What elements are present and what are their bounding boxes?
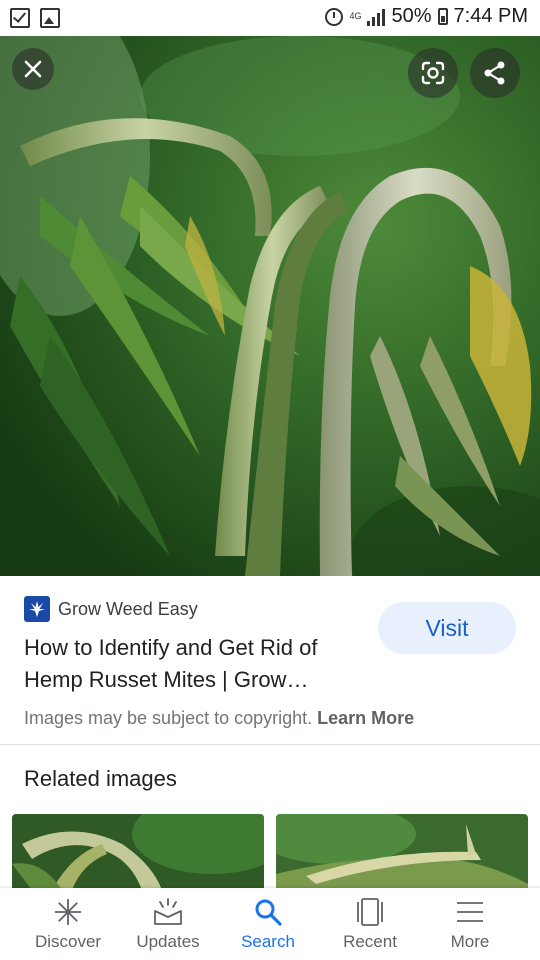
source-logo-icon (24, 596, 50, 622)
visit-button[interactable]: Visit (378, 602, 516, 654)
alarm-icon (325, 7, 344, 26)
nav-recent[interactable]: Recent (320, 888, 420, 960)
checkbox-icon (10, 8, 30, 28)
copyright-text: Images may be subject to copyright. (24, 708, 313, 728)
bottom-navigation: Discover Updates Search Recent More (0, 888, 540, 960)
nav-discover[interactable]: Discover (18, 888, 118, 960)
recent-cards-icon (354, 898, 386, 926)
nav-label: Recent (343, 932, 397, 951)
lens-icon (421, 61, 445, 85)
network-type: 4G (349, 11, 362, 21)
asterisk-icon (52, 898, 84, 926)
lens-button[interactable] (408, 48, 458, 98)
updates-tray-icon (152, 898, 184, 926)
nav-search[interactable]: Search (218, 888, 318, 960)
battery-icon (437, 8, 448, 25)
nav-updates[interactable]: Updates (118, 888, 218, 960)
nav-label: Discover (34, 932, 102, 951)
share-button[interactable] (470, 48, 520, 98)
result-info: Grow Weed Easy How to Identify and Get R… (0, 576, 540, 745)
source-row[interactable]: Grow Weed Easy (24, 596, 198, 622)
related-image-thumbnail[interactable] (12, 814, 264, 890)
nav-label: Search (241, 932, 295, 951)
result-title[interactable]: How to Identify and Get Rid of Hemp Russ… (24, 632, 364, 696)
image-viewer[interactable] (0, 36, 540, 576)
share-icon (484, 61, 505, 85)
source-name: Grow Weed Easy (58, 598, 198, 619)
clock: 7:44 PM (453, 5, 528, 27)
nav-more[interactable]: More (420, 888, 520, 960)
related-images-heading: Related images (24, 766, 177, 791)
close-button[interactable] (12, 48, 54, 90)
related-image-1 (12, 814, 264, 890)
battery-percent: 50% (391, 5, 432, 27)
signal-icon (367, 8, 386, 26)
gallery-icon (40, 8, 60, 28)
learn-more-link[interactable]: Learn More (317, 708, 414, 728)
status-bar: 4G 50% 7:44 PM (0, 0, 540, 36)
menu-icon (454, 898, 486, 926)
related-image-2 (276, 814, 528, 890)
copyright-notice: Images may be subject to copyright. Lear… (24, 708, 414, 729)
related-image-thumbnail[interactable] (276, 814, 528, 890)
plant-photo (0, 36, 540, 576)
nav-label: More (450, 932, 490, 951)
close-icon (24, 60, 42, 78)
nav-label: Updates (136, 932, 200, 951)
search-icon (252, 898, 284, 926)
